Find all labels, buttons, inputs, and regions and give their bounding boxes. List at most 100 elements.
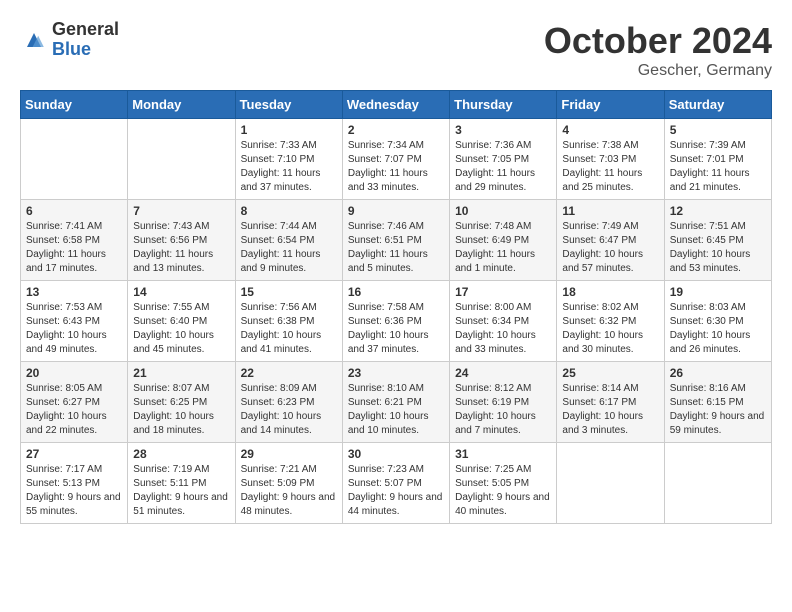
day-number: 3	[455, 123, 551, 137]
weekday-header: Wednesday	[342, 91, 449, 119]
sunset-text: Sunset: 5:13 PM	[26, 477, 122, 491]
daylight-text: Daylight: 11 hours and 9 minutes.	[241, 248, 337, 276]
calendar-cell: 31Sunrise: 7:25 AMSunset: 5:05 PMDayligh…	[450, 443, 557, 524]
daylight-text: Daylight: 11 hours and 21 minutes.	[670, 167, 766, 195]
daylight-text: Daylight: 10 hours and 30 minutes.	[562, 329, 658, 357]
day-info: Sunrise: 8:09 AMSunset: 6:23 PMDaylight:…	[241, 382, 337, 438]
sunrise-text: Sunrise: 7:38 AM	[562, 139, 658, 153]
daylight-text: Daylight: 10 hours and 57 minutes.	[562, 248, 658, 276]
day-info: Sunrise: 8:07 AMSunset: 6:25 PMDaylight:…	[133, 382, 229, 438]
calendar-cell: 17Sunrise: 8:00 AMSunset: 6:34 PMDayligh…	[450, 281, 557, 362]
calendar-cell: 2Sunrise: 7:34 AMSunset: 7:07 PMDaylight…	[342, 119, 449, 200]
day-info: Sunrise: 7:21 AMSunset: 5:09 PMDaylight:…	[241, 463, 337, 519]
sunset-text: Sunset: 6:34 PM	[455, 315, 551, 329]
calendar-table: SundayMondayTuesdayWednesdayThursdayFrid…	[20, 90, 772, 524]
sunrise-text: Sunrise: 7:51 AM	[670, 220, 766, 234]
sunrise-text: Sunrise: 7:34 AM	[348, 139, 444, 153]
calendar-cell: 5Sunrise: 7:39 AMSunset: 7:01 PMDaylight…	[664, 119, 771, 200]
day-info: Sunrise: 7:34 AMSunset: 7:07 PMDaylight:…	[348, 139, 444, 195]
sunset-text: Sunset: 6:45 PM	[670, 234, 766, 248]
daylight-text: Daylight: 10 hours and 18 minutes.	[133, 410, 229, 438]
sunrise-text: Sunrise: 8:07 AM	[133, 382, 229, 396]
day-number: 17	[455, 285, 551, 299]
logo-general: General	[52, 20, 119, 40]
calendar-cell: 21Sunrise: 8:07 AMSunset: 6:25 PMDayligh…	[128, 362, 235, 443]
day-info: Sunrise: 7:25 AMSunset: 5:05 PMDaylight:…	[455, 463, 551, 519]
day-info: Sunrise: 7:53 AMSunset: 6:43 PMDaylight:…	[26, 301, 122, 357]
sunrise-text: Sunrise: 7:23 AM	[348, 463, 444, 477]
sunrise-text: Sunrise: 7:21 AM	[241, 463, 337, 477]
day-info: Sunrise: 7:19 AMSunset: 5:11 PMDaylight:…	[133, 463, 229, 519]
daylight-text: Daylight: 10 hours and 53 minutes.	[670, 248, 766, 276]
day-number: 28	[133, 447, 229, 461]
daylight-text: Daylight: 11 hours and 17 minutes.	[26, 248, 122, 276]
calendar-cell: 14Sunrise: 7:55 AMSunset: 6:40 PMDayligh…	[128, 281, 235, 362]
sunset-text: Sunset: 5:05 PM	[455, 477, 551, 491]
daylight-text: Daylight: 9 hours and 40 minutes.	[455, 491, 551, 519]
day-info: Sunrise: 8:05 AMSunset: 6:27 PMDaylight:…	[26, 382, 122, 438]
daylight-text: Daylight: 9 hours and 55 minutes.	[26, 491, 122, 519]
day-number: 10	[455, 204, 551, 218]
daylight-text: Daylight: 9 hours and 51 minutes.	[133, 491, 229, 519]
sunset-text: Sunset: 6:54 PM	[241, 234, 337, 248]
calendar-cell: 12Sunrise: 7:51 AMSunset: 6:45 PMDayligh…	[664, 200, 771, 281]
sunset-text: Sunset: 6:15 PM	[670, 396, 766, 410]
sunset-text: Sunset: 6:36 PM	[348, 315, 444, 329]
day-number: 14	[133, 285, 229, 299]
title-block: October 2024 Gescher, Germany	[544, 20, 772, 80]
sunrise-text: Sunrise: 7:48 AM	[455, 220, 551, 234]
calendar-cell: 6Sunrise: 7:41 AMSunset: 6:58 PMDaylight…	[21, 200, 128, 281]
day-info: Sunrise: 7:44 AMSunset: 6:54 PMDaylight:…	[241, 220, 337, 276]
day-info: Sunrise: 7:51 AMSunset: 6:45 PMDaylight:…	[670, 220, 766, 276]
logo-text: General Blue	[52, 20, 119, 60]
sunset-text: Sunset: 6:38 PM	[241, 315, 337, 329]
daylight-text: Daylight: 9 hours and 44 minutes.	[348, 491, 444, 519]
calendar-cell	[557, 443, 664, 524]
daylight-text: Daylight: 11 hours and 25 minutes.	[562, 167, 658, 195]
sunrise-text: Sunrise: 7:55 AM	[133, 301, 229, 315]
day-number: 13	[26, 285, 122, 299]
sunrise-text: Sunrise: 7:53 AM	[26, 301, 122, 315]
daylight-text: Daylight: 11 hours and 29 minutes.	[455, 167, 551, 195]
calendar-cell: 15Sunrise: 7:56 AMSunset: 6:38 PMDayligh…	[235, 281, 342, 362]
sunset-text: Sunset: 6:47 PM	[562, 234, 658, 248]
calendar-cell: 18Sunrise: 8:02 AMSunset: 6:32 PMDayligh…	[557, 281, 664, 362]
calendar-cell: 19Sunrise: 8:03 AMSunset: 6:30 PMDayligh…	[664, 281, 771, 362]
calendar-cell: 23Sunrise: 8:10 AMSunset: 6:21 PMDayligh…	[342, 362, 449, 443]
sunset-text: Sunset: 7:10 PM	[241, 153, 337, 167]
day-number: 26	[670, 366, 766, 380]
sunset-text: Sunset: 6:30 PM	[670, 315, 766, 329]
day-number: 4	[562, 123, 658, 137]
sunset-text: Sunset: 6:43 PM	[26, 315, 122, 329]
daylight-text: Daylight: 10 hours and 45 minutes.	[133, 329, 229, 357]
daylight-text: Daylight: 10 hours and 37 minutes.	[348, 329, 444, 357]
sunrise-text: Sunrise: 8:05 AM	[26, 382, 122, 396]
day-info: Sunrise: 7:43 AMSunset: 6:56 PMDaylight:…	[133, 220, 229, 276]
day-info: Sunrise: 8:03 AMSunset: 6:30 PMDaylight:…	[670, 301, 766, 357]
calendar-week-row: 6Sunrise: 7:41 AMSunset: 6:58 PMDaylight…	[21, 200, 772, 281]
day-info: Sunrise: 8:16 AMSunset: 6:15 PMDaylight:…	[670, 382, 766, 438]
sunrise-text: Sunrise: 7:19 AM	[133, 463, 229, 477]
daylight-text: Daylight: 10 hours and 7 minutes.	[455, 410, 551, 438]
daylight-text: Daylight: 10 hours and 26 minutes.	[670, 329, 766, 357]
day-info: Sunrise: 7:49 AMSunset: 6:47 PMDaylight:…	[562, 220, 658, 276]
location: Gescher, Germany	[544, 62, 772, 80]
sunrise-text: Sunrise: 7:41 AM	[26, 220, 122, 234]
sunrise-text: Sunrise: 7:58 AM	[348, 301, 444, 315]
daylight-text: Daylight: 11 hours and 1 minute.	[455, 248, 551, 276]
day-number: 5	[670, 123, 766, 137]
daylight-text: Daylight: 11 hours and 33 minutes.	[348, 167, 444, 195]
calendar-week-row: 13Sunrise: 7:53 AMSunset: 6:43 PMDayligh…	[21, 281, 772, 362]
day-number: 1	[241, 123, 337, 137]
sunrise-text: Sunrise: 8:02 AM	[562, 301, 658, 315]
sunset-text: Sunset: 6:21 PM	[348, 396, 444, 410]
sunset-text: Sunset: 6:25 PM	[133, 396, 229, 410]
day-number: 23	[348, 366, 444, 380]
calendar-cell	[664, 443, 771, 524]
sunset-text: Sunset: 6:23 PM	[241, 396, 337, 410]
day-number: 30	[348, 447, 444, 461]
day-info: Sunrise: 7:58 AMSunset: 6:36 PMDaylight:…	[348, 301, 444, 357]
calendar-cell: 8Sunrise: 7:44 AMSunset: 6:54 PMDaylight…	[235, 200, 342, 281]
sunrise-text: Sunrise: 7:39 AM	[670, 139, 766, 153]
weekday-header: Thursday	[450, 91, 557, 119]
